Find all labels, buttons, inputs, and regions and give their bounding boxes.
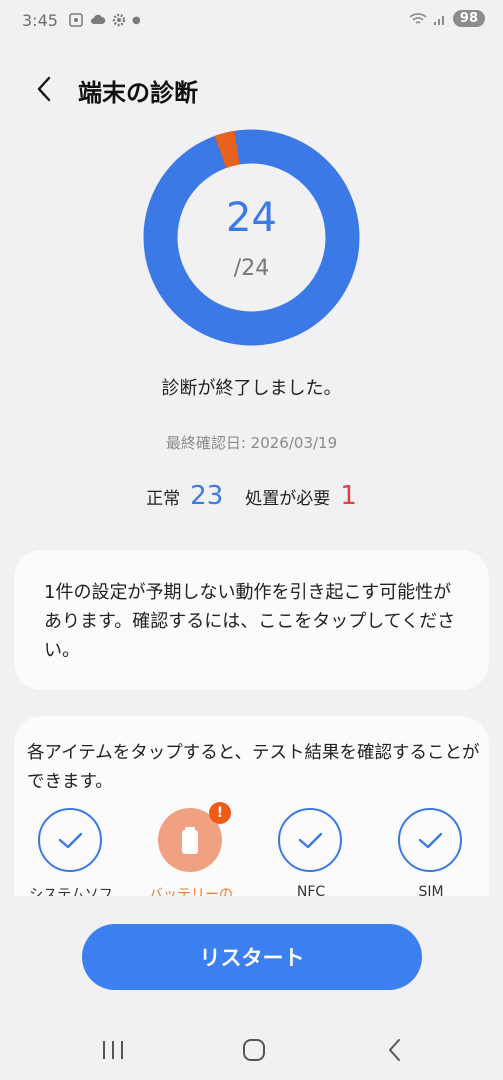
gear-icon <box>112 13 126 27</box>
completed-count: 24 <box>226 195 277 241</box>
issue-alert-text: 1件の設定が予期しない動作を引き起こす可能性があります。確認するには、ここをタッ… <box>44 582 456 661</box>
check-icon <box>58 832 83 849</box>
status-ok-circle <box>278 808 342 872</box>
completion-message: 診断が終了しました。 <box>161 378 342 399</box>
home-button[interactable] <box>233 1032 273 1068</box>
total-count: /24 <box>233 256 270 281</box>
header: 端末の診断 <box>0 64 503 114</box>
normal-count: 23 <box>190 481 224 511</box>
system-back-button[interactable] <box>375 1032 415 1068</box>
battery-indicator: 98 <box>452 10 485 27</box>
warning-badge-icon: ! <box>209 802 231 824</box>
action-needed-label: 処置が必要 <box>245 489 331 509</box>
action-needed-count: 1 <box>340 481 357 511</box>
page-title: 端末の診断 <box>78 79 198 107</box>
screenshot-icon <box>69 13 83 27</box>
signal-icon <box>433 15 444 25</box>
item-label: NFC <box>296 884 326 896</box>
diagnostic-items-card: 各アイテムをタップすると、テスト結果を確認することができます。 システムソフ !… <box>14 716 489 896</box>
recent-apps-button[interactable] <box>93 1032 133 1068</box>
item-label: バッテリーの <box>149 887 233 896</box>
dot-icon: ● <box>132 14 141 26</box>
items-instruction-text: 各アイテムをタップすると、テスト結果を確認することができます。 <box>27 743 480 792</box>
result-summary: 正常 23 処置が必要 1 <box>0 481 503 511</box>
navigation-bar <box>0 1022 503 1080</box>
status-ok-circle <box>38 808 102 872</box>
chevron-left-icon <box>37 76 51 102</box>
back-button[interactable] <box>28 72 62 106</box>
status-ok-circle <box>398 808 462 872</box>
status-bar: 3:45 ● 98 <box>0 0 503 44</box>
recent-apps-icon <box>103 1041 123 1059</box>
status-system-icons: 98 <box>409 10 485 27</box>
last-check-date: 最終確認日: 2026/03/19 <box>165 434 338 452</box>
home-icon <box>243 1039 265 1061</box>
issue-alert-card[interactable]: 1件の設定が予期しない動作を引き起こす可能性があります。確認するには、ここをタッ… <box>14 550 489 690</box>
cloud-icon <box>91 14 106 24</box>
status-time: 3:45 <box>22 11 58 30</box>
item-label: SIM <box>418 884 444 896</box>
diagnostic-items-list: システムソフ ! バッテリーの NFC SIM <box>14 802 489 896</box>
back-arrow-icon <box>389 1039 400 1061</box>
status-notification-icons: ● <box>68 12 141 28</box>
check-icon <box>298 832 323 849</box>
wifi-icon <box>409 12 427 24</box>
item-label: システムソフ <box>29 887 113 896</box>
normal-label: 正常 <box>146 489 181 509</box>
restart-button[interactable]: リスタート <box>82 924 422 990</box>
check-icon <box>418 832 443 849</box>
